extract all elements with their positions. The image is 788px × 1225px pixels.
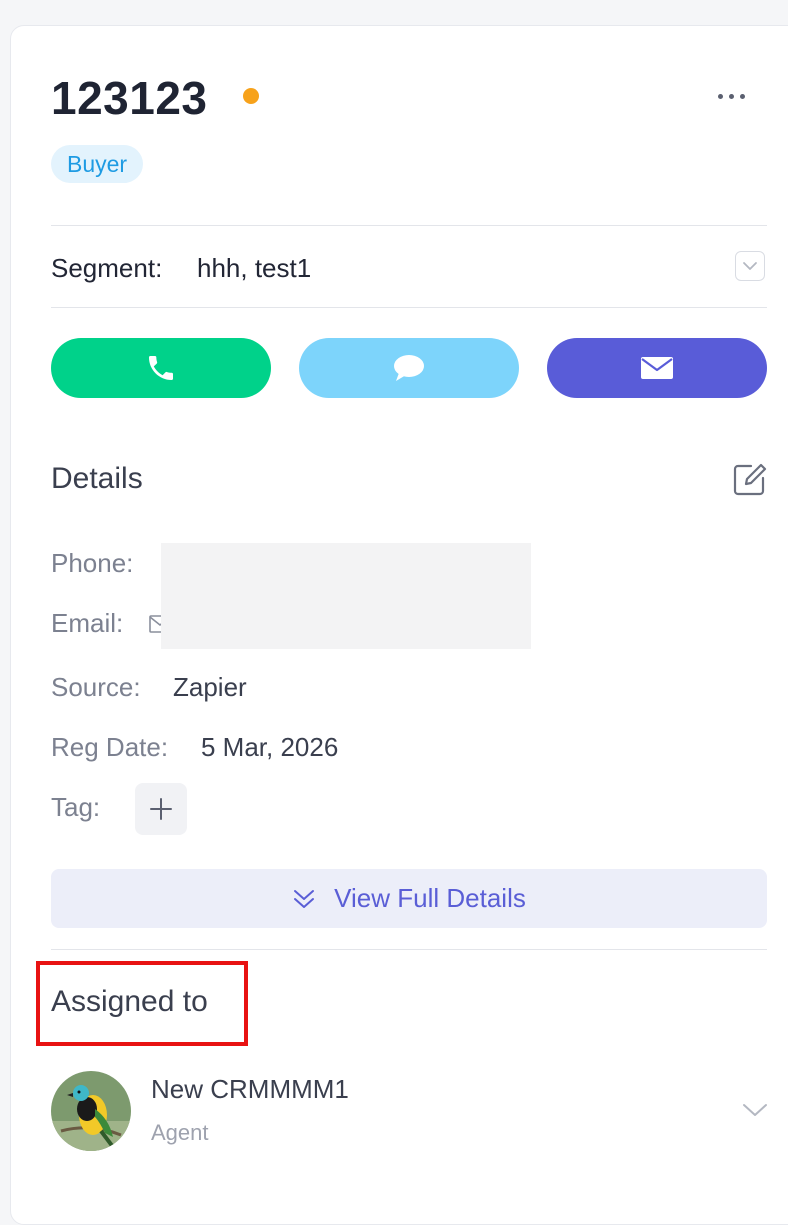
- redacted-contact-info: [161, 543, 531, 649]
- reg-date-label: Reg Date:: [51, 732, 169, 762]
- envelope-icon: [641, 357, 673, 379]
- email-label: Email:: [51, 608, 124, 638]
- tag-label: Tag:: [51, 792, 101, 822]
- call-button[interactable]: [51, 338, 271, 398]
- chevron-down-icon: [743, 262, 757, 270]
- edit-icon: [733, 463, 767, 496]
- agent-avatar: [51, 1071, 131, 1151]
- divider: [51, 307, 767, 308]
- agent-dropdown-button[interactable]: [739, 1098, 771, 1122]
- assigned-to-title: Assigned to: [51, 985, 208, 1018]
- agent-role: Agent: [151, 1120, 209, 1145]
- chat-bubble-icon: [394, 355, 424, 381]
- source-value: Zapier: [173, 672, 247, 702]
- bird-avatar: [51, 1071, 131, 1151]
- agent-name: New CRMMMM1: [151, 1074, 349, 1104]
- divider: [51, 949, 767, 950]
- plus-icon: [150, 798, 172, 820]
- more-horizontal-icon: [717, 93, 723, 99]
- contact-name: 123123: [51, 72, 208, 124]
- add-tag-button[interactable]: [135, 783, 187, 835]
- reg-date-value: 5 Mar, 2026: [201, 732, 339, 762]
- view-full-details-button[interactable]: View Full Details: [51, 869, 767, 928]
- edit-details-button[interactable]: [731, 460, 769, 498]
- chevron-down-icon: [743, 1104, 767, 1116]
- more-options-button[interactable]: [705, 78, 757, 114]
- divider: [51, 225, 767, 226]
- double-chevron-down-icon: [294, 889, 315, 908]
- source-label: Source:: [51, 672, 141, 702]
- email-button[interactable]: [547, 338, 767, 398]
- segment-dropdown-button[interactable]: [735, 251, 765, 281]
- phone-label: Phone:: [51, 548, 134, 578]
- view-full-details-label: View Full Details: [334, 883, 526, 913]
- segment-label: Segment:: [51, 253, 163, 283]
- contact-card: 123123 Buyer Segment: hhh, test1 Details: [10, 25, 788, 1225]
- phone-icon: [149, 356, 173, 380]
- chat-button[interactable]: [299, 338, 519, 398]
- contact-type-badge: Buyer: [51, 145, 144, 183]
- status-dot: [243, 88, 259, 104]
- segment-value: hhh, test1: [197, 253, 312, 283]
- details-title: Details: [51, 462, 143, 495]
